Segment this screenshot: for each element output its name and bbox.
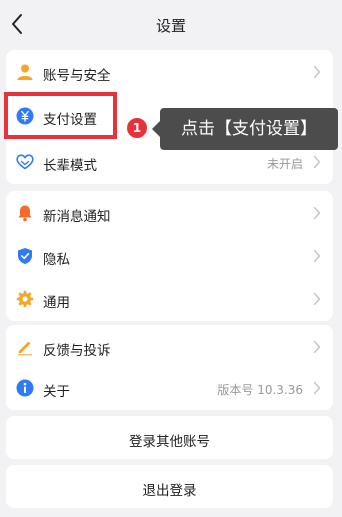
heart-hands-icon (16, 154, 34, 170)
step-number-badge: 1 (125, 116, 149, 140)
logout-label: 退出登录 (142, 483, 197, 499)
settings-item-about[interactable]: 关于 版本号 10.3.36 (6, 366, 333, 410)
settings-item-feedback[interactable]: 反馈与投诉 (6, 325, 333, 369)
page-title: 设置 (155, 17, 186, 35)
settings-item-account-security[interactable]: 账号与安全 (6, 50, 333, 94)
chevron-right-icon (313, 206, 321, 220)
elder-mode-status: 未开启 (266, 157, 303, 171)
chevron-right-icon (313, 292, 321, 306)
chevron-right-icon (313, 155, 321, 169)
pencil-icon (18, 341, 32, 356)
tooltip-arrow (152, 121, 160, 137)
settings-item-label: 账号与安全 (43, 68, 111, 84)
settings-item-general[interactable]: 通用 (6, 277, 333, 321)
chevron-right-icon (313, 340, 321, 354)
settings-item-notifications[interactable]: 新消息通知 (6, 191, 333, 235)
chevron-right-icon (313, 65, 321, 79)
bell-icon (18, 205, 32, 222)
payment-settings-highlight (4, 92, 117, 139)
settings-item-label: 隐私 (43, 252, 70, 268)
settings-item-label: 长辈模式 (43, 158, 97, 174)
settings-item-label: 通用 (43, 295, 70, 311)
switch-account-label: 登录其他账号 (129, 434, 210, 450)
person-icon (17, 64, 33, 80)
info-icon (16, 379, 34, 397)
about-section: 反馈与投诉 关于 版本号 10.3.36 (6, 325, 333, 410)
chevron-right-icon (313, 249, 321, 263)
switch-account-button[interactable]: 登录其他账号 (6, 416, 333, 459)
shield-icon (18, 248, 32, 264)
instruction-tooltip: 点击【支付设置】 (160, 108, 338, 150)
gear-icon (16, 290, 34, 308)
general-section: 新消息通知 隐私 通用 (6, 191, 333, 321)
settings-item-label: 新消息通知 (43, 209, 111, 225)
chevron-right-icon (313, 381, 321, 395)
settings-item-label: 反馈与投诉 (43, 343, 111, 359)
navigation-bar: 设置 (0, 0, 342, 48)
settings-item-privacy[interactable]: 隐私 (6, 234, 333, 278)
logout-button[interactable]: 退出登录 (6, 465, 333, 508)
settings-item-label: 关于 (43, 384, 70, 400)
version-number: 版本号 10.3.36 (217, 383, 303, 397)
